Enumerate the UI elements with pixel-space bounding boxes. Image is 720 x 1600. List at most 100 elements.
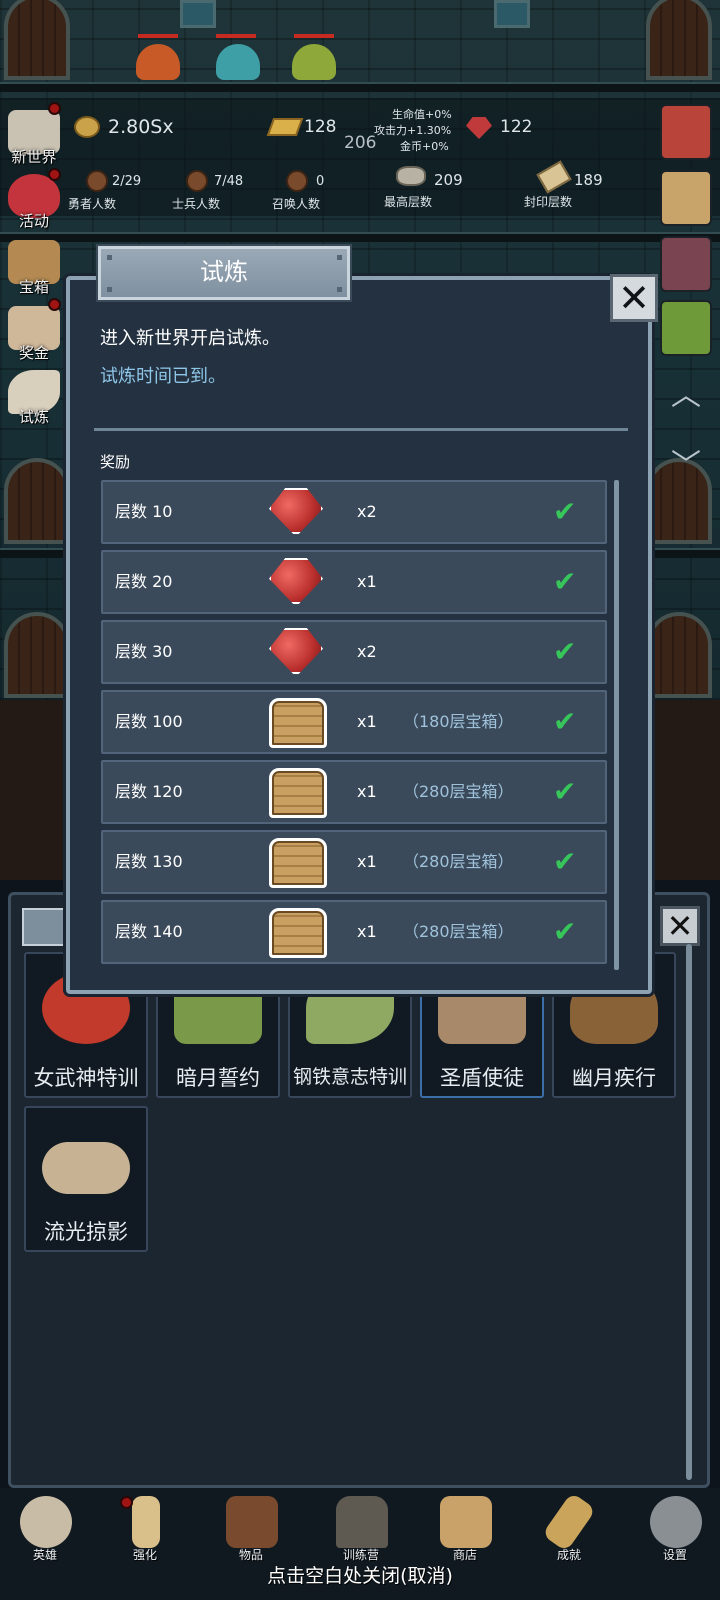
- side-item-label: 活动: [18, 212, 49, 230]
- window-decor: [494, 0, 530, 28]
- modal-close-button[interactable]: ✕: [610, 274, 658, 322]
- reward-row: 层数 100 x1 （180层宝箱） ✔: [101, 690, 607, 754]
- chest-icon: [269, 838, 329, 888]
- skill-name: 钢铁意志特训: [292, 1066, 407, 1088]
- modal-title: 试炼: [200, 258, 248, 286]
- nav-items[interactable]: 物品: [206, 1494, 296, 1570]
- skill-name: 暗月誓约: [176, 1066, 260, 1090]
- skill-panel-close-button[interactable]: ✕: [660, 906, 700, 946]
- reward-floor: 层数 30: [115, 642, 173, 661]
- hero-count: 2/29: [112, 174, 142, 189]
- reward-row: 层数 130 x1 （280层宝箱） ✔: [101, 830, 607, 894]
- modal-description: 进入新世界开启试炼。: [100, 328, 280, 349]
- sealed-floor-value: 189: [574, 171, 603, 189]
- skill-panel-scrollbar[interactable]: [686, 944, 692, 1480]
- rewards-scrollbar[interactable]: [614, 480, 619, 970]
- modal-divider: [94, 428, 628, 431]
- window-decor: [180, 0, 216, 28]
- claimed-check-icon: ✔: [553, 495, 577, 528]
- skull-icon: [20, 1496, 72, 1548]
- side-item-new-world[interactable]: 新世界: [2, 106, 66, 170]
- enemy-health-bar: [294, 34, 334, 38]
- reward-floor: 层数 20: [115, 572, 173, 591]
- gear-icon: [650, 1496, 702, 1548]
- summon-count: 0: [316, 174, 325, 189]
- floor-divider: [0, 82, 720, 92]
- side-item-label: 宝箱: [18, 278, 49, 296]
- candle-buff-icon[interactable]: [660, 170, 712, 226]
- door-decor: [4, 612, 70, 698]
- claimed-check-icon: ✔: [553, 565, 577, 598]
- mid-value: 206: [344, 133, 377, 153]
- skill-panel-tab[interactable]: [22, 908, 72, 946]
- enemy-health-bar: [216, 34, 256, 38]
- apple-buff-icon[interactable]: [660, 104, 712, 160]
- meat-buff-icon[interactable]: [660, 236, 712, 292]
- stone-icon: [396, 166, 426, 186]
- door-decor: [646, 612, 712, 698]
- door-decor: [4, 0, 70, 80]
- skill-name: 女武神特训: [33, 1066, 139, 1090]
- nav-heroes[interactable]: 英雄: [0, 1494, 90, 1570]
- bonus-gold: 金币+0%: [400, 140, 449, 153]
- nav-shop[interactable]: 商店: [420, 1494, 510, 1570]
- notification-dot: [120, 1496, 133, 1509]
- side-item-trial[interactable]: 试炼: [2, 366, 66, 430]
- side-item-chest[interactable]: 宝箱: [2, 236, 66, 300]
- summon-count-label: 召唤人数: [272, 197, 321, 211]
- skill-card-streamer[interactable]: 流光掠影: [24, 1106, 148, 1252]
- hero-head-icon: [86, 170, 108, 192]
- reward-floor: 层数 130: [115, 852, 183, 871]
- slime-enemy[interactable]: [216, 44, 260, 80]
- reward-row: 层数 30 x2 ✔: [101, 620, 607, 684]
- side-item-label: 新世界: [11, 148, 57, 166]
- book-icon: [226, 1496, 278, 1548]
- fish-fossil-icon: [42, 1142, 130, 1194]
- side-item-label: 试炼: [18, 408, 49, 426]
- reward-note: （280层宝箱）: [403, 852, 514, 871]
- nav-settings[interactable]: 设置: [630, 1494, 720, 1570]
- claimed-check-icon: ✔: [553, 845, 577, 878]
- gold-amount: 2.80Sx: [108, 116, 174, 138]
- reward-note: （280层宝箱）: [403, 782, 514, 801]
- slime-enemy[interactable]: [136, 44, 180, 80]
- reward-quantity: x1: [357, 922, 377, 941]
- reward-row: 层数 120 x1 （280层宝箱） ✔: [101, 760, 607, 824]
- rewards-label: 奖励: [100, 453, 131, 471]
- notification-dot: [48, 298, 61, 311]
- reward-note: （180层宝箱）: [403, 712, 514, 731]
- close-hint[interactable]: 点击空白处关闭(取消): [0, 1561, 720, 1588]
- claimed-check-icon: ✔: [553, 775, 577, 808]
- nav-enhance[interactable]: 强化: [100, 1494, 190, 1570]
- slime-enemy[interactable]: [292, 44, 336, 80]
- notification-dot: [48, 168, 61, 181]
- skill-name: 流光掠影: [44, 1220, 128, 1244]
- reward-row: 层数 20 x1 ✔: [101, 550, 607, 614]
- soldier-count: 7/48: [214, 174, 244, 189]
- bonus-attack: 攻击力+1.30%: [374, 124, 452, 137]
- gem-icon: [269, 628, 329, 678]
- candle-icon: [132, 1496, 160, 1548]
- chest-icon: [269, 698, 329, 748]
- side-item-bonus[interactable]: 奖金: [2, 302, 66, 366]
- claimed-check-icon: ✔: [553, 705, 577, 738]
- reward-row: 层数 140 x1 （280层宝箱） ✔: [101, 900, 607, 964]
- modal-status: 试炼时间已到。: [100, 366, 226, 387]
- gem-icon: [269, 558, 329, 608]
- nav-achievements[interactable]: 成就: [524, 1492, 614, 1570]
- claimed-check-icon: ✔: [553, 915, 577, 948]
- chest-icon: [269, 768, 329, 818]
- slime-buff-icon[interactable]: [660, 300, 712, 356]
- gem-icon: [269, 488, 329, 538]
- notification-dot: [48, 102, 61, 115]
- scroll-up-icon[interactable]: ︿: [656, 366, 716, 426]
- nav-training[interactable]: 训练营: [316, 1494, 406, 1570]
- reward-floor: 层数 140: [115, 922, 183, 941]
- hero-count-label: 勇者人数: [68, 197, 117, 211]
- reward-quantity: x1: [357, 572, 377, 591]
- enemy-health-bar: [138, 34, 178, 38]
- reward-note: （280层宝箱）: [403, 922, 514, 941]
- sealed-floor-label: 封印层数: [524, 195, 573, 209]
- reward-floor: 层数 10: [115, 502, 173, 521]
- scroll-down-icon[interactable]: ﹀: [656, 436, 716, 496]
